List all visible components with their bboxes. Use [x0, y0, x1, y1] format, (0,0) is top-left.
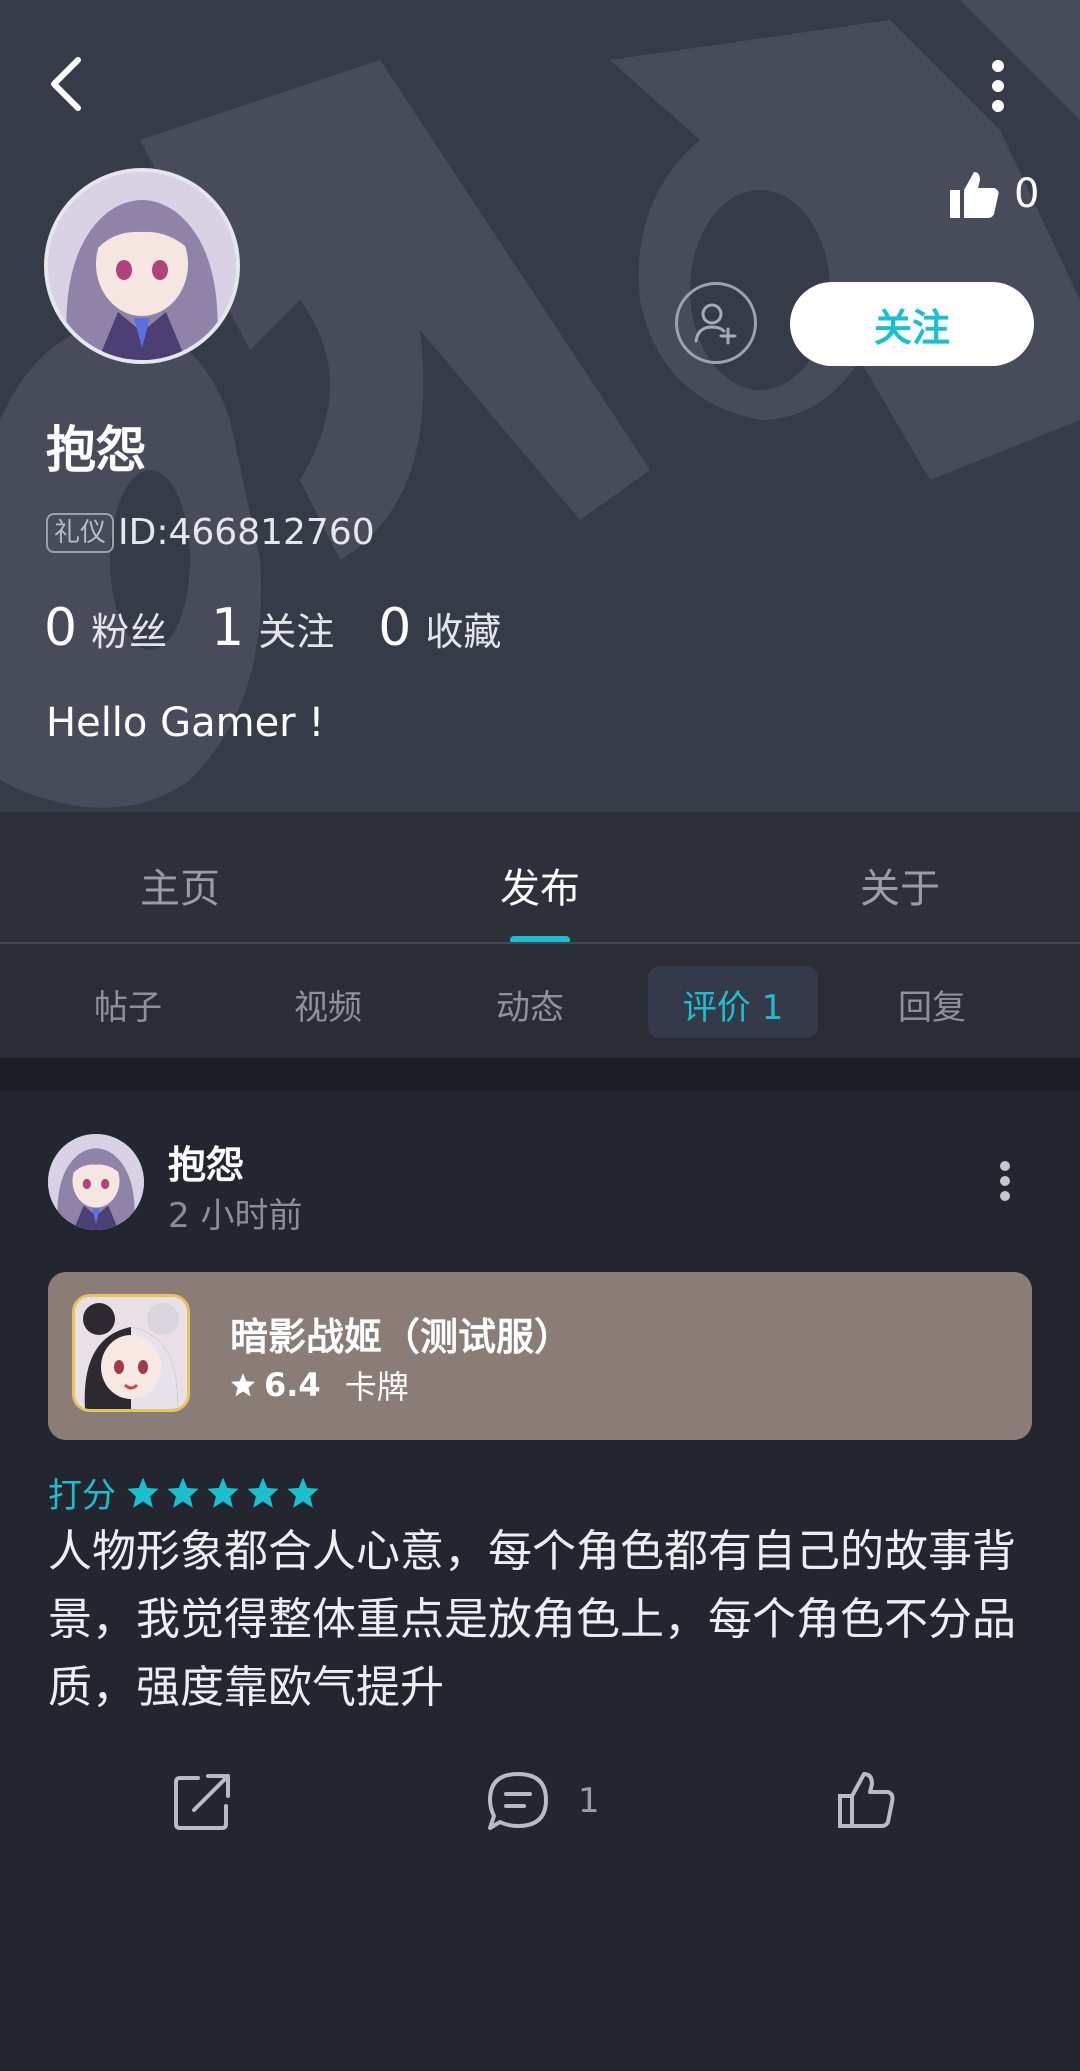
main-tabs: 主页 发布 关于: [0, 812, 1080, 944]
post-author-name[interactable]: 抱怨: [168, 1134, 244, 1189]
game-title: 暗影战姬（测试服）: [230, 1315, 573, 1359]
star-icon: [127, 1476, 159, 1508]
stat-number: 0: [44, 598, 78, 658]
post-author-avatar[interactable]: [48, 1134, 144, 1230]
avatar-portrait: [48, 172, 236, 360]
stat-label: 收藏: [425, 610, 502, 654]
share-icon: [174, 1774, 230, 1830]
more-vertical-icon: [1000, 1161, 1010, 1201]
star-icon: [231, 1373, 255, 1397]
profile-stats: 0 粉丝 1 关注 0 收藏: [44, 598, 545, 658]
like-button[interactable]: [836, 1770, 898, 1832]
stat-label: 粉丝: [91, 610, 168, 654]
subtab-videos[interactable]: 视频: [258, 980, 398, 1029]
star-icon: [247, 1476, 279, 1508]
profile-like-count: 0: [1014, 171, 1040, 217]
game-card[interactable]: 暗影战姬（测试服） 6.4 卡牌: [48, 1272, 1032, 1440]
profile-like-counter[interactable]: 0: [948, 168, 1039, 220]
review-text[interactable]: 人物形象都合人心意，每个角色都有自己的故事背景，我觉得整体重点是放角色上，每个角…: [48, 1518, 1038, 1722]
stat-label: 关注: [258, 610, 335, 654]
subtab-reviews[interactable]: 评价 1: [663, 980, 803, 1029]
star-icon: [207, 1476, 239, 1508]
add-user-icon: [694, 303, 737, 345]
post-more-button[interactable]: [990, 1156, 1020, 1206]
rating-row: 打分: [48, 1468, 326, 1517]
share-button[interactable]: [172, 1770, 234, 1832]
tab-home[interactable]: 主页: [80, 856, 280, 914]
game-score: 6.4: [264, 1366, 321, 1404]
stat-number: 1: [211, 598, 245, 658]
more-vertical-icon: [992, 60, 1004, 112]
stat-fans[interactable]: 0 粉丝: [44, 598, 167, 658]
profile-name: 抱怨: [46, 421, 146, 479]
game-meta: 6.4 卡牌: [230, 1362, 409, 1408]
section-gap: [0, 1058, 1080, 1090]
profile-avatar[interactable]: [44, 168, 240, 364]
more-menu-button[interactable]: [980, 56, 1016, 116]
subtab-moments[interactable]: 动态: [460, 980, 600, 1029]
stat-following[interactable]: 1 关注: [211, 598, 334, 658]
avatar-portrait: [48, 1134, 144, 1230]
comment-count: 1: [578, 1781, 600, 1821]
review-post: 抱怨 2 小时前 暗影战姬（测试服） 6.4 卡牌 打分 人物形象都合人心意，每…: [0, 1090, 1080, 2071]
watermark-logo: [0, 0, 1080, 808]
stat-favorites[interactable]: 0 收藏: [378, 598, 501, 658]
comment-button[interactable]: 1: [486, 1770, 600, 1832]
rating-label: 打分: [48, 1476, 116, 1516]
subtab-threads[interactable]: 帖子: [58, 980, 198, 1029]
game-cover-art: [75, 1297, 187, 1409]
add-friend-button[interactable]: [675, 282, 757, 364]
post-timestamp: 2 小时前: [168, 1196, 303, 1236]
sub-tabs: 帖子 视频 动态 评价 1 回复: [0, 944, 1080, 1058]
chevron-left-icon: [51, 57, 81, 111]
star-icon: [167, 1476, 199, 1508]
thumbs-up-outline-icon: [838, 1772, 895, 1828]
comment-icon: [488, 1772, 548, 1830]
profile-header: 0 关注 抱怨 礼仪 ID:466812760 0 粉丝 1 关注 0 收藏 H…: [0, 0, 1080, 812]
profile-id-row: 礼仪 ID:466812760: [46, 512, 375, 553]
game-genre: 卡牌: [344, 1368, 409, 1406]
stat-number: 0: [378, 598, 412, 658]
star-icon: [287, 1476, 319, 1508]
post-actions: 1: [0, 1770, 1080, 1890]
profile-id: ID:466812760: [118, 512, 375, 553]
subtab-replies[interactable]: 回复: [862, 980, 1002, 1029]
tab-about[interactable]: 关于: [800, 856, 1000, 914]
tab-posts[interactable]: 发布: [440, 856, 640, 914]
etiquette-badge: 礼仪: [46, 512, 115, 553]
thumbs-up-icon: [950, 172, 999, 218]
back-button[interactable]: [44, 52, 88, 116]
follow-button[interactable]: 关注: [790, 282, 1034, 366]
profile-bio: Hello Gamer !: [46, 700, 325, 746]
game-icon: [72, 1294, 190, 1412]
